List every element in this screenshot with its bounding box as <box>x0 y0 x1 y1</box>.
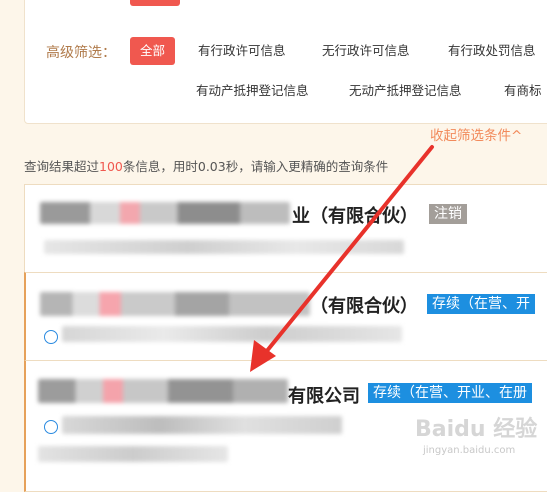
baidu-watermark: Baidu 经验 jingyan.baidu.com <box>405 405 545 465</box>
watermark-url: jingyan.baidu.com <box>423 445 516 456</box>
watermark-logo: Baidu 经验 <box>415 417 538 442</box>
arrow-shaft <box>260 145 434 359</box>
